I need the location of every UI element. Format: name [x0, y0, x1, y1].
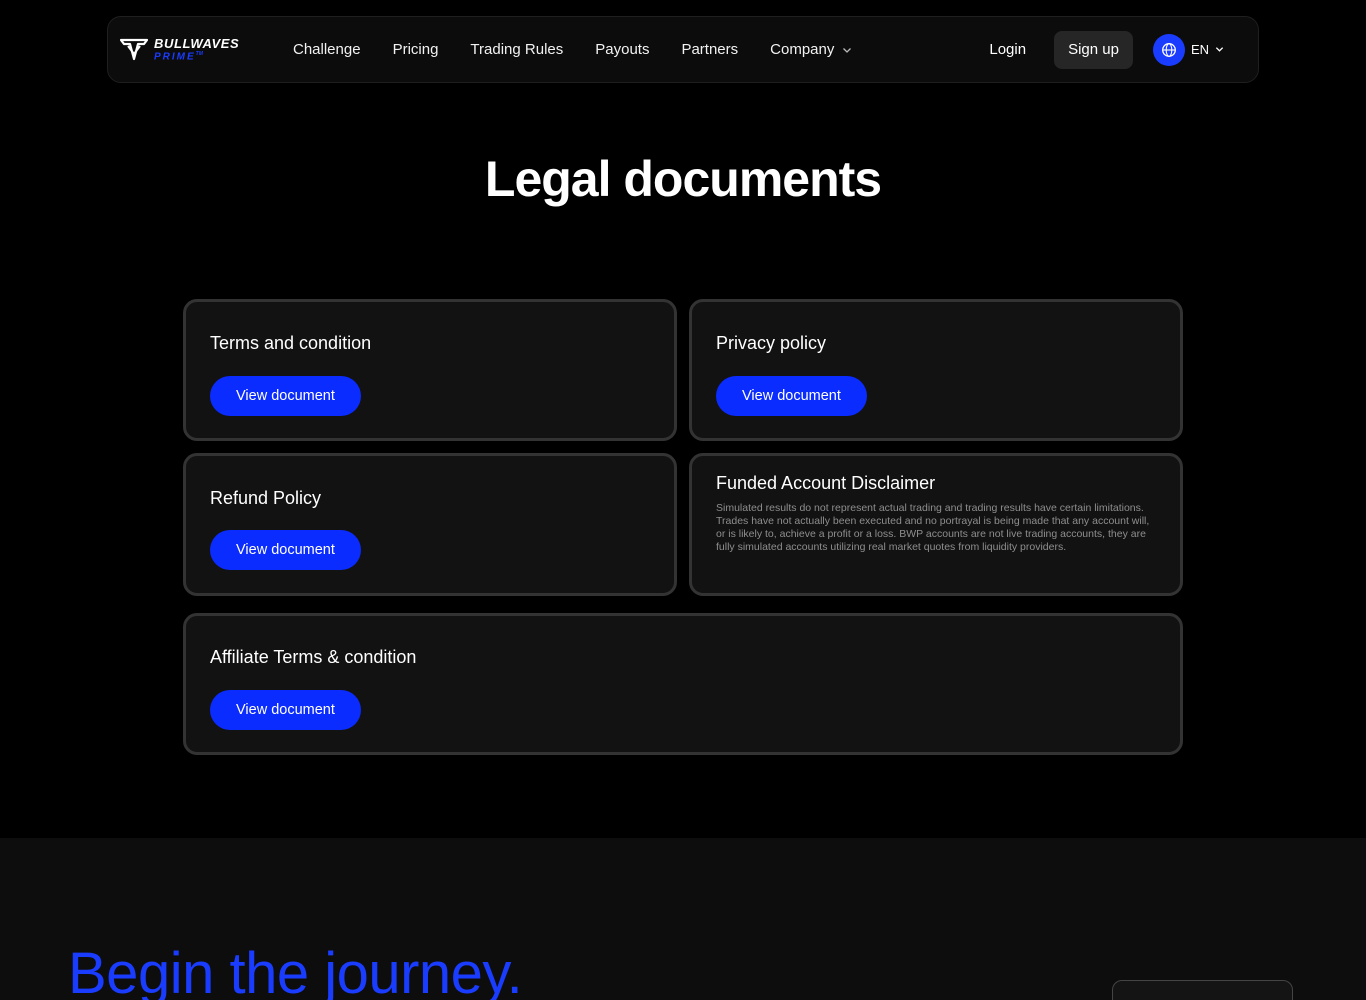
globe-icon [1152, 33, 1185, 66]
card-title: Terms and condition [210, 333, 372, 353]
card-title: Privacy policy [716, 333, 827, 353]
chevron-down-icon [843, 47, 852, 53]
nav-link-pricing[interactable]: Pricing [393, 41, 439, 58]
card-title: Affiliate Terms & condition [210, 647, 417, 667]
view-affiliate-button[interactable]: View document [210, 690, 361, 730]
view-terms-button[interactable]: View document [210, 376, 361, 416]
card-refund: Refund Policy View document [183, 453, 677, 596]
nav-company-label: Company [770, 41, 835, 58]
page-title: Legal documents [484, 151, 882, 207]
brand-name-top: BULLWAVES [154, 35, 240, 51]
nav-actions: Login Sign up EN [989, 30, 1246, 69]
language-code: EN [1190, 42, 1209, 57]
nav-link-challenge[interactable]: Challenge [293, 41, 361, 58]
card-affiliate: Affiliate Terms & condition View documen… [183, 613, 1183, 755]
card-title: Refund Policy [210, 488, 322, 508]
navbar: BULLWAVES PRIMETM Challenge Pricing Trad… [107, 16, 1259, 83]
brand-logo[interactable]: BULLWAVES PRIMETM [120, 37, 270, 62]
chevron-down-icon [1215, 47, 1224, 52]
nav-link-partners[interactable]: Partners [681, 41, 738, 58]
page: BULLWAVES PRIMETM Challenge Pricing Trad… [0, 0, 1366, 1000]
footer-headline: Begin the journey. [68, 941, 523, 1000]
view-refund-button[interactable]: View document [210, 530, 361, 570]
login-link[interactable]: Login [989, 41, 1026, 58]
main-nav: Challenge Pricing Trading Rules Payouts … [293, 41, 884, 58]
language-selector[interactable]: EN [1152, 33, 1224, 66]
trademark-mark: TM [195, 50, 203, 57]
view-privacy-button[interactable]: View document [716, 376, 867, 416]
nav-link-trading-rules[interactable]: Trading Rules [470, 41, 563, 58]
nav-dropdown-company[interactable]: Company [770, 41, 852, 58]
card-terms: Terms and condition View document [183, 299, 677, 441]
card-title: Funded Account Disclaimer [716, 473, 936, 493]
signup-button[interactable]: Sign up [1054, 30, 1133, 69]
footer-cta-box[interactable] [1112, 980, 1293, 1000]
bull-shield-icon [120, 39, 148, 61]
disclaimer-text: Simulated results do not represent actua… [716, 502, 1150, 553]
nav-link-payouts[interactable]: Payouts [595, 41, 649, 58]
brand-name-bottom: PRIME [154, 51, 196, 63]
card-disclaimer: Funded Account Disclaimer Simulated resu… [689, 453, 1183, 596]
card-privacy: Privacy policy View document [689, 299, 1183, 441]
